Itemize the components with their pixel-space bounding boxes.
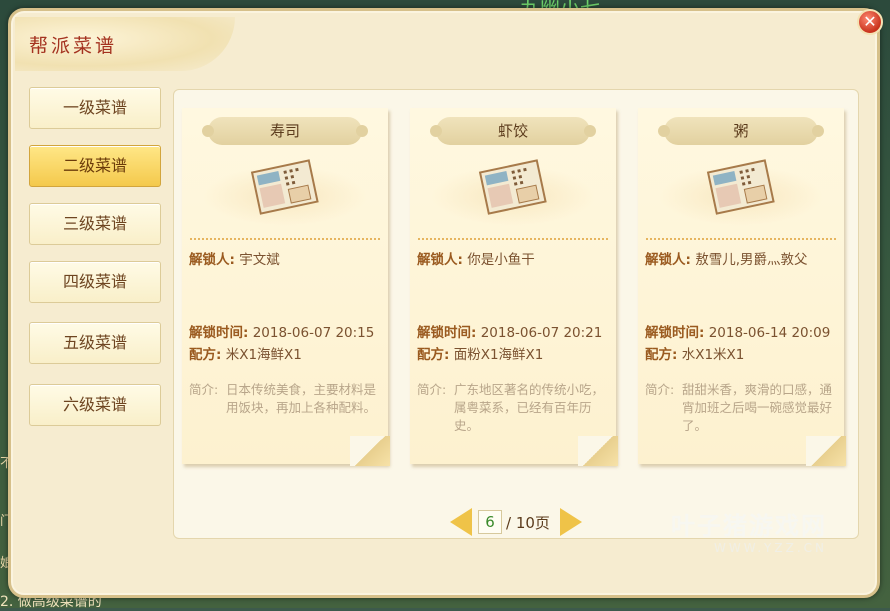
unlocker-value: 你是小鱼干: [467, 252, 535, 268]
unlock-time-row: 解锁时间: 2018-06-14 20:09: [645, 325, 831, 341]
menu-item-level-1[interactable]: 一级菜谱: [29, 87, 161, 129]
formula-value: 米X1海鲜X1: [225, 347, 302, 363]
menu-item-level-3[interactable]: 三级菜谱: [29, 203, 161, 245]
intro-row: 简介: 甜甜米香，爽滑的口感，通宵加班之后喝一碗感觉最好了。: [645, 382, 833, 433]
next-page-arrow-icon[interactable]: [560, 508, 582, 536]
intro-row: 简介: 日本传统美食，主要材料是用饭块，再加上各种配料。: [189, 382, 377, 415]
recipe-formula-row: 配方: 米X1海鲜X1: [189, 347, 302, 363]
intro-value: 广东地区著名的传统小吃，属粤菜系，已经有百年历史。: [454, 382, 605, 433]
window-title: 帮派菜谱: [29, 35, 118, 57]
unlocker-row: 解锁人: 你是小鱼干: [417, 252, 535, 268]
watermark-title: 叶子猪游戏网: [671, 512, 827, 540]
unlock-time-row: 解锁时间: 2018-06-07 20:21: [417, 325, 603, 341]
recipe-card[interactable]: 虾饺 解锁人: 你是小鱼干 解锁时间: 2018-06-07 20:21 配方:…: [410, 108, 618, 466]
current-page-input[interactable]: 6: [478, 510, 502, 534]
intro-row: 简介: 广东地区著名的传统小吃，属粤菜系，已经有百年历史。: [417, 382, 605, 433]
recipe-panel: 寿司 解锁人: 宇文斌 解锁时间: 2018-06-07 20:15 配方: 米…: [173, 89, 859, 539]
total-pages: / 10页: [506, 514, 550, 532]
recipe-formula-row: 配方: 水X1米X1: [645, 347, 745, 363]
recipe-name: 寿司: [202, 117, 368, 145]
divider: [646, 238, 836, 240]
menu-item-level-4[interactable]: 四级菜谱: [29, 261, 161, 303]
recipe-card[interactable]: 粥 解锁人: 敖雪儿,男爵灬敦父 解锁时间: 2018-06-14 20:09 …: [638, 108, 846, 466]
recipe-name: 虾饺: [430, 117, 596, 145]
unlock-time-value: 2018-06-07 20:15: [252, 325, 375, 341]
unlock-time-value: 2018-06-14 20:09: [708, 325, 831, 341]
recipe-window: 帮派菜谱 ✕ 一级菜谱 二级菜谱 三级菜谱 四级菜谱 五级菜谱 六级菜谱 寿司: [8, 8, 883, 598]
unlocker-row: 解锁人: 宇文斌: [189, 252, 280, 268]
prev-page-arrow-icon[interactable]: [450, 508, 472, 536]
recipe-scroll-icon: [478, 159, 547, 215]
watermark-url: WWW.YZZ.CN: [714, 541, 827, 555]
watermark: 叶子猪游戏网 WWW.YZZ.CN: [671, 506, 827, 555]
menu-item-level-2[interactable]: 二级菜谱: [29, 145, 161, 187]
unlocker-value: 敖雪儿,男爵灬敦父: [695, 252, 808, 268]
formula-value: 水X1米X1: [681, 347, 745, 363]
unlocker-value: 宇文斌: [239, 252, 280, 268]
recipe-scroll-icon: [250, 159, 319, 215]
formula-value: 面粉X1海鲜X1: [453, 347, 544, 363]
recipe-card[interactable]: 寿司 解锁人: 宇文斌 解锁时间: 2018-06-07 20:15 配方: 米…: [182, 108, 390, 466]
unlock-time-value: 2018-06-07 20:21: [480, 325, 603, 341]
recipe-formula-row: 配方: 面粉X1海鲜X1: [417, 347, 544, 363]
recipe-name: 粥: [658, 117, 824, 145]
page-curl: [578, 436, 618, 466]
unlock-time-row: 解锁时间: 2018-06-07 20:15: [189, 325, 375, 341]
page-curl: [350, 436, 390, 466]
divider: [418, 238, 608, 240]
page-curl: [806, 436, 846, 466]
intro-value: 日本传统美食，主要材料是用饭块，再加上各种配料。: [226, 382, 377, 415]
divider: [190, 238, 380, 240]
recipe-scroll-icon: [706, 159, 775, 215]
close-button[interactable]: ✕: [857, 9, 883, 35]
intro-value: 甜甜米香，爽滑的口感，通宵加班之后喝一碗感觉最好了。: [682, 382, 833, 433]
menu-item-level-6[interactable]: 六级菜谱: [29, 384, 161, 426]
menu-item-level-5[interactable]: 五级菜谱: [29, 322, 161, 364]
unlocker-row: 解锁人: 敖雪儿,男爵灬敦父: [645, 252, 808, 268]
